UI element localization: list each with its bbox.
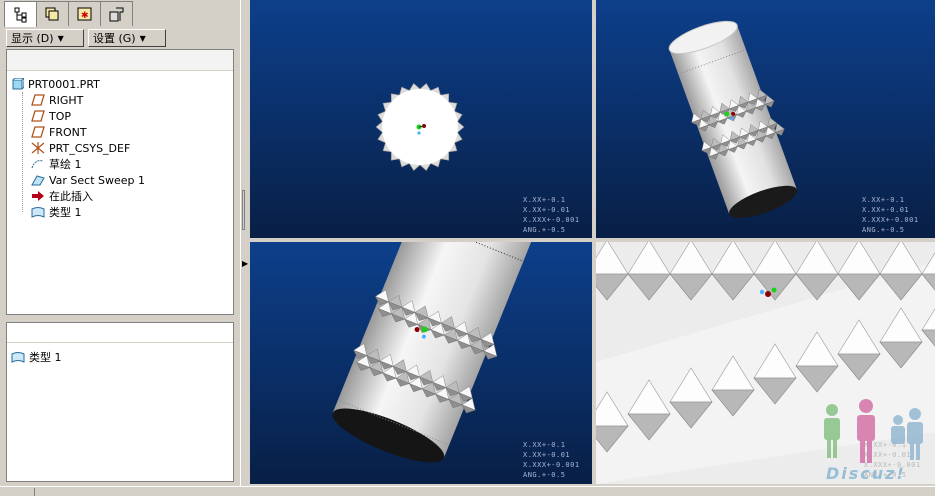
readout-line: X.XX+-0.1 <box>862 196 905 204</box>
chevron-down-icon: ▼ <box>57 33 64 43</box>
viewport-iso[interactable]: X.XX+-0.1 X.XX+-0.01 X.XXX+-0.001 ANG.+-… <box>596 0 935 238</box>
people-logo-icon <box>824 399 923 463</box>
tab-model-tree[interactable] <box>4 1 37 27</box>
viewport-side[interactable]: X.XX+-0.1 X.XX+-0.01 X.XXX+-0.001 ANG.+-… <box>250 242 592 484</box>
tree-item-sweep[interactable]: Var Sect Sweep 1 <box>31 172 145 188</box>
chevron-down-icon: ▼ <box>139 33 146 43</box>
status-divider <box>34 488 35 496</box>
csys-icon <box>31 142 45 154</box>
tree-item-label: 在此插入 <box>49 190 93 203</box>
pattern-icon <box>11 352 25 363</box>
tree-item-label: RIGHT <box>49 93 84 107</box>
tree-connector <box>22 92 23 212</box>
readout-line: ANG.+-0.5 <box>862 226 905 234</box>
dimension-readout: X.XX+-0.1 X.XX+-0.01 X.XXX+-0.001 ANG.+-… <box>523 195 580 235</box>
pattern-icon <box>31 207 45 218</box>
status-bar <box>0 486 935 496</box>
tree-item-label: 草绘 1 <box>49 158 82 171</box>
readout-line: X.XXX+-0.001 <box>862 216 919 224</box>
tree-root-label: PRT0001.PRT <box>28 77 100 91</box>
readout-line: ANG.+-0.5 <box>523 471 566 479</box>
readout-line: X.XX+-0.1 <box>523 196 566 204</box>
sweep-icon <box>31 175 45 186</box>
detail-item-label: 类型 1 <box>29 351 62 364</box>
tree-item-csys[interactable]: PRT_CSYS_DEF <box>31 140 130 156</box>
favorites-icon: ✱ <box>77 7 91 21</box>
tree-root[interactable]: PRT0001.PRT <box>12 76 100 92</box>
panel-tabs: ✱ <box>4 1 133 27</box>
show-dropdown[interactable]: 显示 (D) ▼ <box>6 29 84 47</box>
datum-plane-icon <box>31 94 45 106</box>
svg-text:✱: ✱ <box>81 11 89 21</box>
readout-line: X.XX+-0.1 <box>523 441 566 449</box>
sketch-icon <box>31 160 44 169</box>
panel-button-row: 显示 (D) ▼ 设置 (G) ▼ <box>6 29 166 47</box>
detail-item-pattern[interactable]: 类型 1 <box>11 349 62 365</box>
datum-plane-icon <box>31 126 45 138</box>
tree-item-right[interactable]: RIGHT <box>31 92 83 108</box>
app-window: ✱ 显示 (D) ▼ 设置 (G) ▼ PRT0001.PRT RIGHT TO… <box>0 0 935 496</box>
detail-panel: 类型 1 <box>6 322 234 482</box>
layers-icon <box>45 7 58 21</box>
readout-line: X.XXX+-0.001 <box>523 216 580 224</box>
dimension-readout: X.XX+-0.1 X.XX+-0.01 X.XXX+-0.001 ANG.+-… <box>862 195 919 235</box>
tree-item-label: PRT_CSYS_DEF <box>49 141 131 155</box>
tab-favorites[interactable]: ✱ <box>68 1 101 26</box>
dimension-readout: X.XX+-0.1 X.XX+-0.01 X.XXX+-0.001 ANG.+-… <box>523 440 580 480</box>
collapse-arrow-icon[interactable]: ▶ <box>242 259 248 268</box>
model-tree: PRT0001.PRT RIGHT TOP FRONT PRT_CSYS_DEF… <box>6 49 234 315</box>
tree-item-label: FRONT <box>49 125 87 139</box>
readout-line: X.XX+-0.01 <box>523 206 571 214</box>
part-icon <box>12 78 24 90</box>
tree-header <box>7 50 233 71</box>
readout-line: X.XX+-0.01 <box>523 451 571 459</box>
settings-dropdown-label: 设置 (G) <box>93 32 136 45</box>
tree-item-top[interactable]: TOP <box>31 108 71 124</box>
viewport-front[interactable]: X.XX+-0.1 X.XX+-0.01 X.XXX+-0.001 ANG.+-… <box>250 0 592 238</box>
panel-splitter[interactable]: ▶ <box>240 0 249 486</box>
tree-item-sketch[interactable]: 草绘 1 <box>31 156 82 172</box>
watermark: Discuz! <box>818 398 933 488</box>
tree-item-pattern[interactable]: 类型 1 <box>31 204 82 220</box>
insert-here-icon <box>32 191 44 201</box>
tab-layers[interactable] <box>36 1 69 26</box>
model-tree-icon <box>14 7 26 22</box>
readout-line: X.XX+-0.01 <box>862 206 910 214</box>
watermark-text: Discuz! <box>826 464 906 483</box>
settings-dropdown[interactable]: 设置 (G) ▼ <box>88 29 166 47</box>
tree-item-label: TOP <box>49 109 72 123</box>
tools-icon <box>109 7 123 22</box>
readout-line: X.XXX+-0.001 <box>523 461 580 469</box>
tree-item-label: 类型 1 <box>49 206 82 219</box>
datum-plane-icon <box>31 110 45 122</box>
tab-tools[interactable] <box>100 1 133 26</box>
splitter-grip[interactable] <box>242 190 245 230</box>
detail-header <box>7 323 233 343</box>
left-panel: ✱ 显示 (D) ▼ 设置 (G) ▼ PRT0001.PRT RIGHT TO… <box>0 0 240 486</box>
tree-item-front[interactable]: FRONT <box>31 124 87 140</box>
tree-item-insert-here[interactable]: 在此插入 <box>31 188 93 204</box>
readout-line: ANG.+-0.5 <box>523 226 566 234</box>
tree-item-label: Var Sect Sweep 1 <box>49 173 146 187</box>
show-dropdown-label: 显示 (D) <box>11 32 54 45</box>
